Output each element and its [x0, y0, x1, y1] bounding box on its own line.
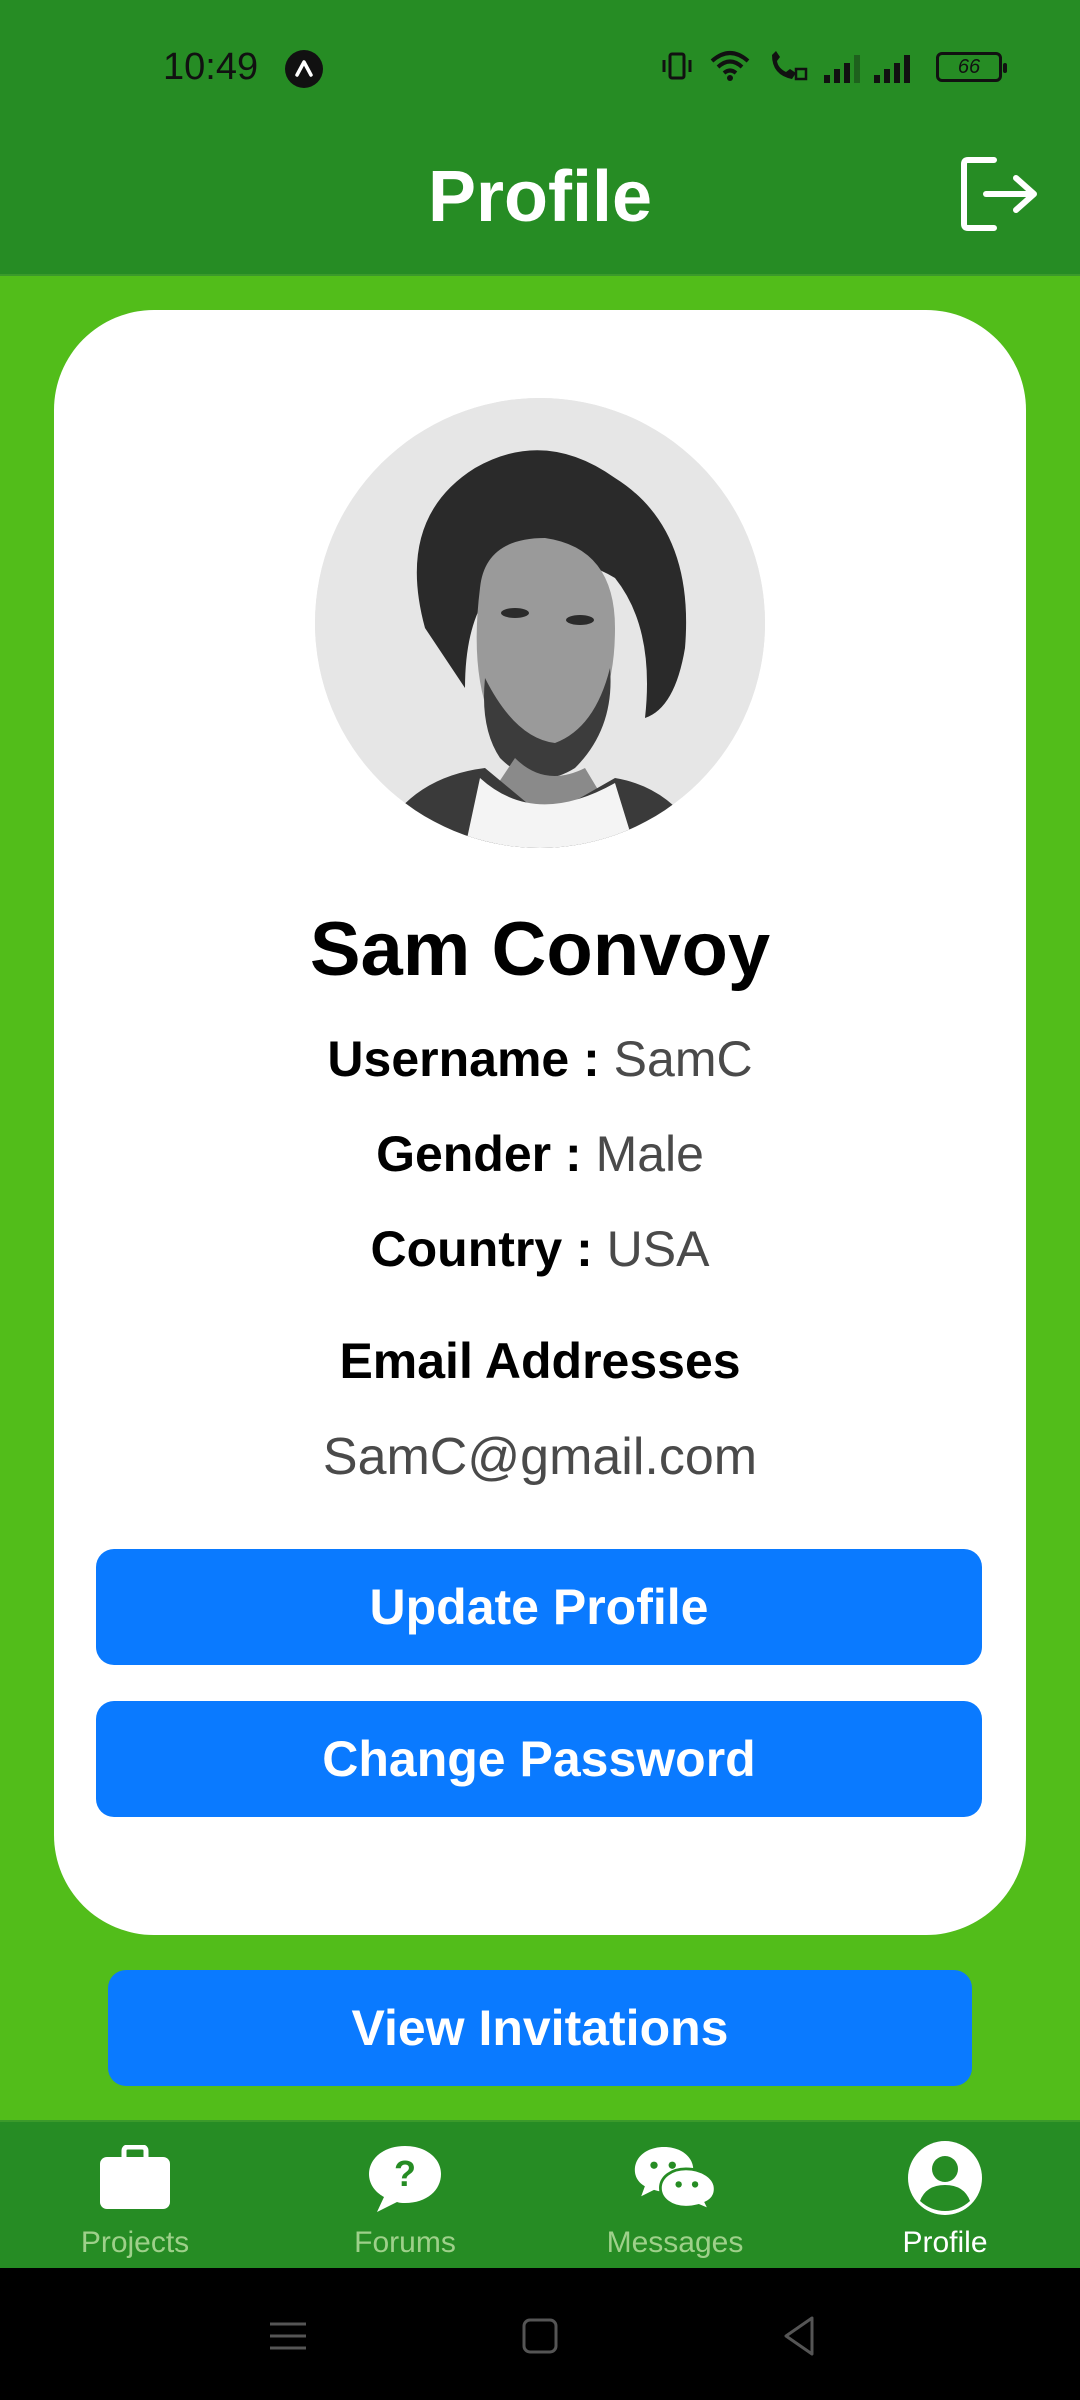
user-circle-icon — [903, 2136, 987, 2220]
back-button[interactable] — [770, 2306, 830, 2366]
email-value: SamC@gmail.com — [322, 1428, 758, 1486]
nav-item-projects[interactable]: Projects — [0, 2122, 270, 2268]
logout-button[interactable] — [958, 152, 1042, 236]
nav-item-messages[interactable]: Messages — [540, 2122, 810, 2268]
signal-strength-1-icon — [824, 53, 860, 83]
avatar-photo — [315, 398, 765, 848]
wifi-icon — [708, 49, 752, 88]
nav-label-profile: Profile — [902, 2226, 988, 2259]
nav-label-messages: Messages — [606, 2226, 744, 2259]
menu-lines-icon — [270, 2322, 306, 2350]
system-navigation-bar — [0, 2268, 1080, 2400]
status-icons — [660, 46, 910, 90]
wifi-calling-icon — [766, 49, 810, 88]
email-heading: Email Addresses — [339, 1333, 741, 1389]
gender-value: Male — [595, 1126, 704, 1182]
country-row: Country : USA — [54, 1220, 1026, 1278]
nav-item-forums[interactable]: ? Forums — [270, 2122, 540, 2268]
avatar — [315, 398, 765, 848]
nav-item-profile[interactable]: Profile — [810, 2122, 1080, 2268]
username-label: Username : — [327, 1031, 600, 1087]
username-value: SamC — [613, 1031, 753, 1087]
page-title: Profile — [427, 157, 653, 237]
view-invitations-button[interactable]: View Invitations — [108, 1970, 972, 2086]
status-bar: 10:49 66 — [0, 0, 1080, 138]
vibrate-icon — [660, 49, 694, 88]
country-label: Country : — [370, 1221, 593, 1277]
svg-text:?: ? — [394, 2153, 416, 2194]
profile-card: Sam Convoy Username : SamC Gender : Male… — [54, 310, 1026, 1935]
home-button[interactable] — [510, 2306, 570, 2366]
change-password-button[interactable]: Change Password — [96, 1701, 982, 1817]
nav-label-projects: Projects — [80, 2226, 190, 2259]
status-time: 10:49 — [163, 46, 259, 88]
app-notification-icon — [285, 50, 323, 88]
gender-row: Gender : Male — [54, 1125, 1026, 1183]
chat-bubbles-icon — [633, 2136, 717, 2220]
update-profile-button[interactable]: Update Profile — [96, 1549, 982, 1665]
app-header: Profile — [0, 138, 1080, 276]
question-bubble-icon: ? — [363, 2136, 447, 2220]
nav-label-forums: Forums — [354, 2226, 456, 2259]
username-row: Username : SamC — [54, 1030, 1026, 1088]
recent-apps-button[interactable] — [258, 2306, 318, 2366]
battery-icon: 66 — [936, 52, 1007, 82]
gender-label: Gender : — [376, 1126, 582, 1182]
country-value: USA — [606, 1221, 710, 1277]
briefcase-icon — [93, 2136, 177, 2220]
signal-strength-2-icon — [874, 53, 910, 83]
home-square-icon — [522, 2318, 558, 2354]
battery-level: 66 — [957, 55, 981, 78]
bottom-nav: Projects ? Forums Messages Profile — [0, 2120, 1080, 2268]
logout-icon — [961, 157, 1037, 231]
back-triangle-icon — [784, 2316, 814, 2356]
profile-full-name: Sam Convoy — [309, 907, 771, 992]
